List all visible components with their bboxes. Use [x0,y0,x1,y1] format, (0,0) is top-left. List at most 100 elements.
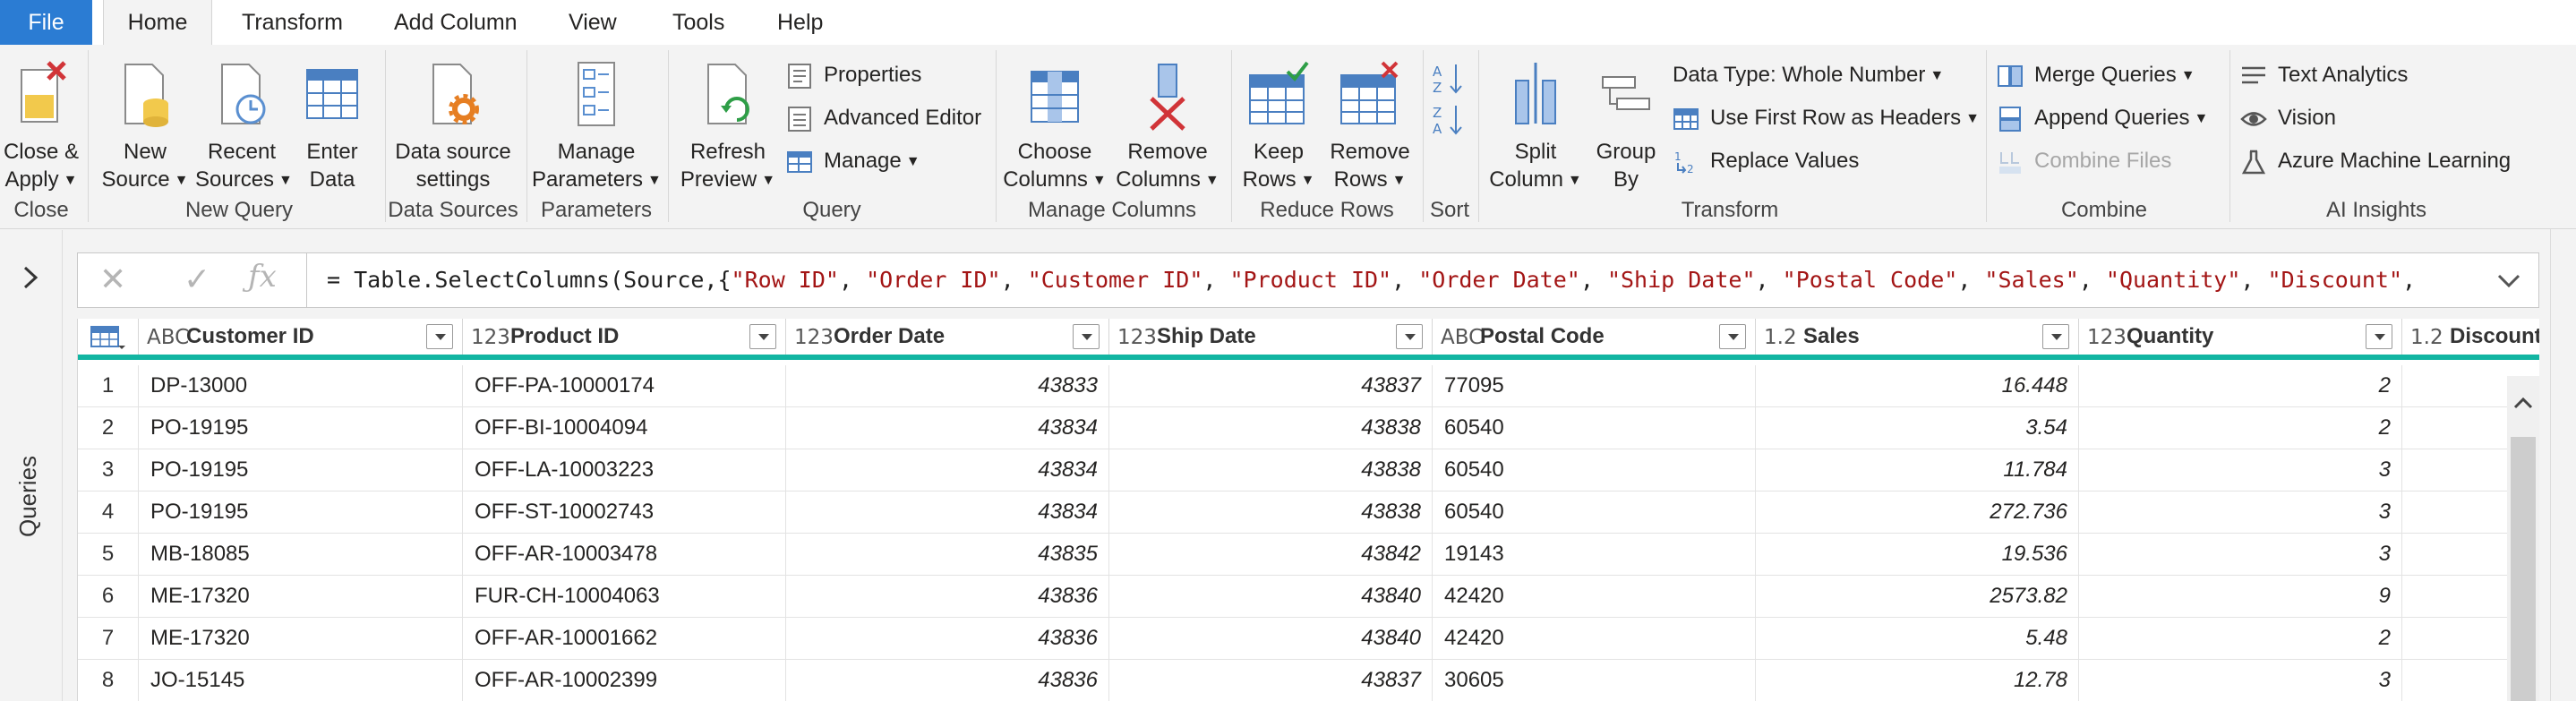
column-header[interactable]: 123 Ship Date [1110,319,1433,355]
cell-quantity[interactable]: 2 [2080,365,2402,406]
column-header[interactable]: 123 Product ID [464,319,786,355]
column-header[interactable]: 123 Quantity [2080,319,2402,355]
enter-data-button[interactable]: Enter Data [292,56,372,192]
cell-quantity[interactable]: 2 [2080,407,2402,449]
cell-postal-code[interactable]: 60540 [1433,407,1756,449]
tab-transform[interactable]: Transform [242,0,343,45]
cell-ship-date[interactable]: 43838 [1110,449,1433,491]
scroll-up-icon[interactable] [2512,396,2534,410]
keep-rows-button[interactable]: Keep Rows ▼ [1236,56,1322,192]
data-source-settings-button[interactable]: Data source settings [390,56,516,192]
cell-sales[interactable]: 12.78 [1757,660,2079,701]
fx-icon[interactable]: ƒx [248,259,277,295]
cell-ship-date[interactable]: 43838 [1110,492,1433,533]
cell-ship-date[interactable]: 43840 [1110,576,1433,617]
scrollbar-thumb[interactable] [2511,437,2536,701]
cell-postal-code[interactable]: 30605 [1433,660,1756,701]
close-apply-button[interactable]: Close & Apply ▼ [0,56,82,192]
cell-ship-date[interactable]: 43838 [1110,407,1433,449]
cell-customer-id[interactable]: JO-15145 [140,660,463,701]
cell-quantity[interactable]: 3 [2080,534,2402,575]
cell-postal-code[interactable]: 42420 [1433,576,1756,617]
cell-product-id[interactable]: OFF-BI-10004094 [464,407,786,449]
cell-order-date[interactable]: 43834 [787,449,1109,491]
group-by-button[interactable]: Group By [1590,56,1662,192]
cell-order-date[interactable]: 43836 [787,576,1109,617]
tab-file[interactable]: File [0,0,92,45]
cell-sales[interactable]: 272.736 [1757,492,2079,533]
cell-order-date[interactable]: 43834 [787,492,1109,533]
recent-sources-button[interactable]: Recent Sources ▼ [195,56,293,192]
column-header[interactable]: ABC Postal Code [1433,319,1756,355]
column-filter-dropdown[interactable] [749,324,776,349]
cell-quantity[interactable]: 3 [2080,492,2402,533]
chevron-right-icon[interactable] [20,264,41,291]
cell-postal-code[interactable]: 77095 [1433,365,1756,406]
cell-customer-id[interactable]: DP-13000 [140,365,463,406]
cell-quantity[interactable]: 2 [2080,618,2402,659]
cell-customer-id[interactable]: ME-17320 [140,576,463,617]
cell-product-id[interactable]: OFF-ST-10002743 [464,492,786,533]
cell-product-id[interactable]: OFF-LA-10003223 [464,449,786,491]
cell-sales[interactable]: 3.54 [1757,407,2079,449]
column-filter-dropdown[interactable] [426,324,453,349]
remove-rows-button[interactable]: Remove Rows ▼ [1323,56,1416,192]
cell-postal-code[interactable]: 19143 [1433,534,1756,575]
choose-columns-button[interactable]: Choose Columns ▼ [1001,56,1108,192]
cell-postal-code[interactable]: 60540 [1433,449,1756,491]
sort-descending-button[interactable]: ZA [1431,97,1467,137]
cell-sales[interactable]: 5.48 [1757,618,2079,659]
column-header[interactable]: 123 Order Date [787,319,1109,355]
cell-order-date[interactable]: 43836 [787,660,1109,701]
cell-ship-date[interactable]: 43840 [1110,618,1433,659]
cell-customer-id[interactable]: ME-17320 [140,618,463,659]
column-header[interactable]: 1.2 Sales [1757,319,2079,355]
tab-tools[interactable]: Tools [672,0,724,45]
cell-sales[interactable]: 16.448 [1757,365,2079,406]
cell-customer-id[interactable]: MB-18085 [140,534,463,575]
cell-product-id[interactable]: FUR-CH-10004063 [464,576,786,617]
column-header[interactable]: ABC Customer ID [140,319,463,355]
cell-quantity[interactable]: 3 [2080,449,2402,491]
tab-add-column[interactable]: Add Column [394,0,518,45]
cell-order-date[interactable]: 43833 [787,365,1109,406]
row-number[interactable]: 7 [78,618,139,659]
cell-quantity[interactable]: 3 [2080,660,2402,701]
cell-customer-id[interactable]: PO-19195 [140,407,463,449]
cell-ship-date[interactable]: 43842 [1110,534,1433,575]
row-number[interactable]: 5 [78,534,139,575]
cell-sales[interactable]: 11.784 [1757,449,2079,491]
split-column-button[interactable]: Split Column ▼ [1483,56,1588,192]
cell-product-id[interactable]: OFF-AR-10001662 [464,618,786,659]
row-number[interactable]: 6 [78,576,139,617]
cell-order-date[interactable]: 43834 [787,407,1109,449]
column-filter-dropdown[interactable] [2366,324,2392,349]
cell-ship-date[interactable]: 43837 [1110,365,1433,406]
refresh-preview-button[interactable]: Refresh Preview ▼ [675,56,781,192]
tab-home[interactable]: Home [103,0,212,46]
row-number[interactable]: 2 [78,407,139,449]
remove-columns-button[interactable]: Remove Columns ▼ [1112,56,1223,192]
sort-ascending-button[interactable]: AZ [1431,56,1467,96]
cell-customer-id[interactable]: PO-19195 [140,492,463,533]
column-filter-dropdown[interactable] [2042,324,2069,349]
tab-help[interactable]: Help [777,0,823,45]
cell-customer-id[interactable]: PO-19195 [140,449,463,491]
column-filter-dropdown[interactable] [1396,324,1423,349]
queries-pane-label[interactable]: Queries [14,456,42,537]
commit-icon[interactable]: ✓ [184,261,210,298]
expand-formula-icon[interactable] [2495,271,2522,291]
cell-product-id[interactable]: OFF-AR-10003478 [464,534,786,575]
cell-product-id[interactable]: OFF-AR-10002399 [464,660,786,701]
cell-product-id[interactable]: OFF-PA-10000174 [464,365,786,406]
tab-view[interactable]: View [569,0,617,45]
row-number[interactable]: 1 [78,365,139,406]
cell-postal-code[interactable]: 60540 [1433,492,1756,533]
formula-input[interactable]: = Table.SelectColumns(Source,{"Row ID", … [327,253,2458,307]
row-number[interactable]: 3 [78,449,139,491]
row-number[interactable]: 4 [78,492,139,533]
new-source-button[interactable]: New Source ▼ [97,56,193,192]
cell-sales[interactable]: 2573.82 [1757,576,2079,617]
cancel-icon[interactable]: ✕ [99,261,126,298]
row-number[interactable]: 8 [78,660,139,701]
